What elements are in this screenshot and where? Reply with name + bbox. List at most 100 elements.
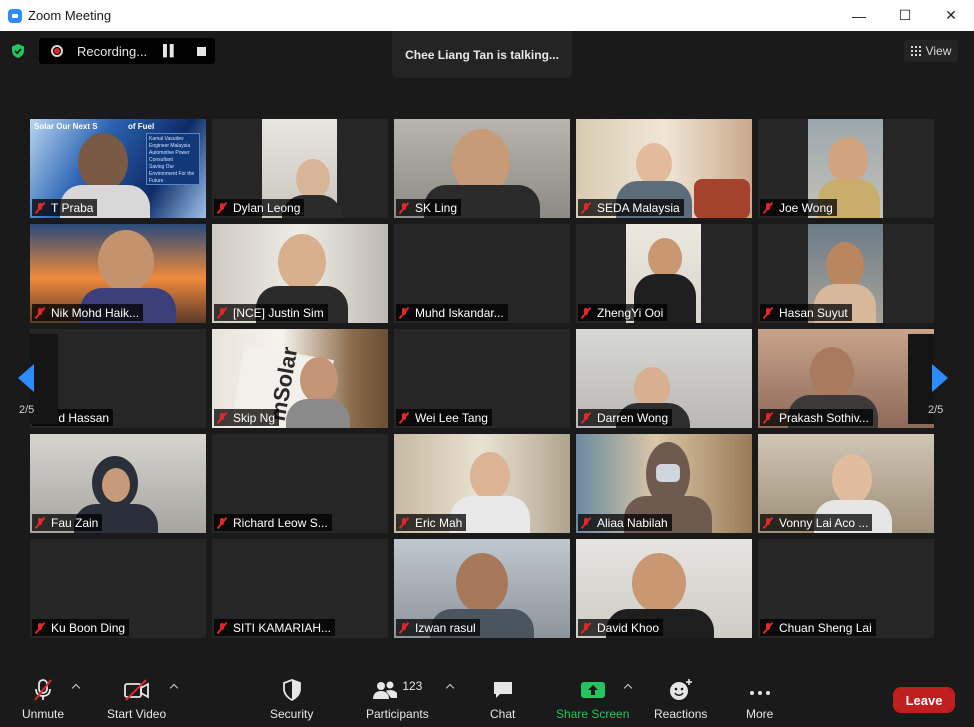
video-off-icon	[123, 679, 149, 701]
participant-face	[296, 159, 330, 199]
recording-dot-icon	[51, 45, 63, 57]
muted-mic-icon	[217, 202, 227, 214]
active-speaker-banner: Chee Liang Tan is talking...	[392, 31, 572, 78]
participant-tile[interactable]: Darren Wong	[576, 329, 752, 428]
participant-face	[632, 553, 686, 613]
participant-tile[interactable]: Ku Boon Ding	[30, 539, 206, 638]
participant-tile[interactable]: David Khoo	[576, 539, 752, 638]
participant-face	[470, 452, 510, 500]
participant-tile[interactable]: Joe Wong	[758, 119, 934, 218]
participant-tile[interactable]: Dylan Leong	[212, 119, 388, 218]
encryption-shield-icon[interactable]	[10, 43, 26, 59]
security-button[interactable]: Security	[270, 677, 313, 721]
participant-tile[interactable]: Muhd Iskandar...	[394, 224, 570, 323]
muted-mic-icon	[763, 307, 773, 319]
zoom-window: Zoom Meeting — ☐ ✕ Recording... ▌▌ Chee …	[0, 0, 974, 727]
muted-mic-icon	[35, 517, 45, 529]
participant-tile[interactable]: SEDA Malaysia	[576, 119, 752, 218]
security-shield-icon	[282, 679, 301, 702]
muted-mic-icon	[399, 412, 409, 424]
participant-nameplate: T Praba	[32, 199, 98, 216]
face-mask	[656, 464, 680, 482]
muted-mic-icon	[399, 202, 409, 214]
participant-tile[interactable]: Hasan Suyut	[758, 224, 934, 323]
participant-tile[interactable]: Fau Zain	[30, 434, 206, 533]
participant-tile[interactable]: Chuan Sheng Lai	[758, 539, 934, 638]
participant-tile[interactable]: Aliaa Nabilah	[576, 434, 752, 533]
minimize-button[interactable]: —	[836, 0, 882, 31]
muted-mic-icon	[763, 517, 773, 529]
next-page-arrow-icon[interactable]	[932, 364, 948, 392]
maximize-button[interactable]: ☐	[882, 0, 928, 31]
audio-options-caret-icon[interactable]	[71, 683, 81, 693]
muted-mic-icon	[35, 622, 45, 634]
participant-nameplate: Nik Mohd Haik...	[32, 304, 144, 321]
previous-page-arrow-icon[interactable]	[18, 364, 34, 392]
participant-tile[interactable]: Izwan rasul	[394, 539, 570, 638]
participant-tile[interactable]: Richard Leow S...	[212, 434, 388, 533]
participants-count: 123	[402, 679, 423, 693]
participant-tile[interactable]: Nik Mohd Haik...	[30, 224, 206, 323]
muted-mic-icon	[581, 412, 591, 424]
participant-nameplate: Aliaa Nabilah	[578, 514, 672, 531]
participant-nameplate: David Khoo	[578, 619, 664, 636]
participant-face	[78, 133, 128, 191]
stop-recording-button[interactable]	[196, 46, 206, 56]
title-bar: Zoom Meeting — ☐ ✕	[0, 0, 974, 31]
close-button[interactable]: ✕	[928, 0, 974, 31]
participant-nameplate: SITI KAMARIAH...	[214, 619, 336, 636]
leave-button[interactable]: Leave	[893, 687, 955, 713]
muted-mic-icon	[763, 202, 773, 214]
muted-mic-icon	[217, 517, 227, 529]
muted-mic-icon	[217, 307, 227, 319]
reactions-button[interactable]: Reactions	[654, 677, 707, 721]
reactions-smiley-icon	[669, 679, 692, 700]
chat-bubble-icon	[493, 682, 512, 698]
start-video-button[interactable]: Start Video	[107, 677, 166, 721]
meeting-toolbar: Unmute Start Video Security 123 Particip…	[0, 665, 974, 727]
participant-nameplate: Eric Mah	[396, 514, 467, 531]
share-screen-button[interactable]: Share Screen	[556, 677, 629, 721]
more-button[interactable]: More	[746, 677, 773, 721]
participant-face	[278, 234, 326, 290]
pause-recording-button[interactable]: ▌▌	[163, 45, 178, 57]
more-dots-icon	[749, 691, 770, 695]
participant-tile[interactable]: Vonny Lai Aco ...	[758, 434, 934, 533]
participants-button[interactable]: 123 Participants	[366, 677, 429, 721]
participant-nameplate: Prakash Sothiv...	[760, 409, 873, 426]
participant-tile[interactable]: mSolar Skip Ng	[212, 329, 388, 428]
participant-nameplate: Izwan rasul	[396, 619, 480, 636]
participant-nameplate: Vonny Lai Aco ...	[760, 514, 873, 531]
view-button[interactable]: View	[904, 40, 958, 62]
participant-tile[interactable]: Wei Lee Tang	[394, 329, 570, 428]
unmute-button[interactable]: Unmute	[22, 677, 64, 721]
chat-button[interactable]: Chat	[490, 677, 515, 721]
muted-mic-icon	[217, 412, 227, 424]
participant-tile[interactable]: [NCE] Justin Sim	[212, 224, 388, 323]
recording-label: Recording...	[77, 43, 148, 59]
participant-nameplate: SK Ling	[396, 199, 462, 216]
participant-face	[832, 454, 872, 504]
participant-tile[interactable]: SK Ling	[394, 119, 570, 218]
muted-mic-icon	[581, 307, 591, 319]
participant-nameplate: Muhd Iskandar...	[396, 304, 508, 321]
chair-shape	[694, 179, 750, 218]
participant-tile[interactable]: Solar Our Next S of Fuel Kamal Vasudev E…	[30, 119, 206, 218]
recording-bar: Recording... ▌▌	[39, 38, 215, 64]
participant-tile[interactable]: SITI KAMARIAH...	[212, 539, 388, 638]
muted-mic-icon	[763, 412, 773, 424]
participants-options-caret-icon[interactable]	[445, 683, 455, 693]
video-options-caret-icon[interactable]	[169, 683, 179, 693]
participant-face	[826, 242, 864, 288]
participant-nameplate: Darren Wong	[578, 409, 673, 426]
slide-caption-box: Kamal Vasudev Engineer Malaysia Automoti…	[146, 133, 200, 185]
participant-face	[456, 553, 508, 613]
participant-tile[interactable]: Eric Mah	[394, 434, 570, 533]
muted-mic-icon	[581, 202, 591, 214]
participant-face	[636, 143, 672, 185]
participant-nameplate: SEDA Malaysia	[578, 199, 684, 216]
muted-mic-icon	[581, 622, 591, 634]
participant-tile[interactable]: ZhengYi Ooi	[576, 224, 752, 323]
participant-nameplate: ZhengYi Ooi	[578, 304, 668, 321]
grid-icon	[910, 46, 921, 56]
